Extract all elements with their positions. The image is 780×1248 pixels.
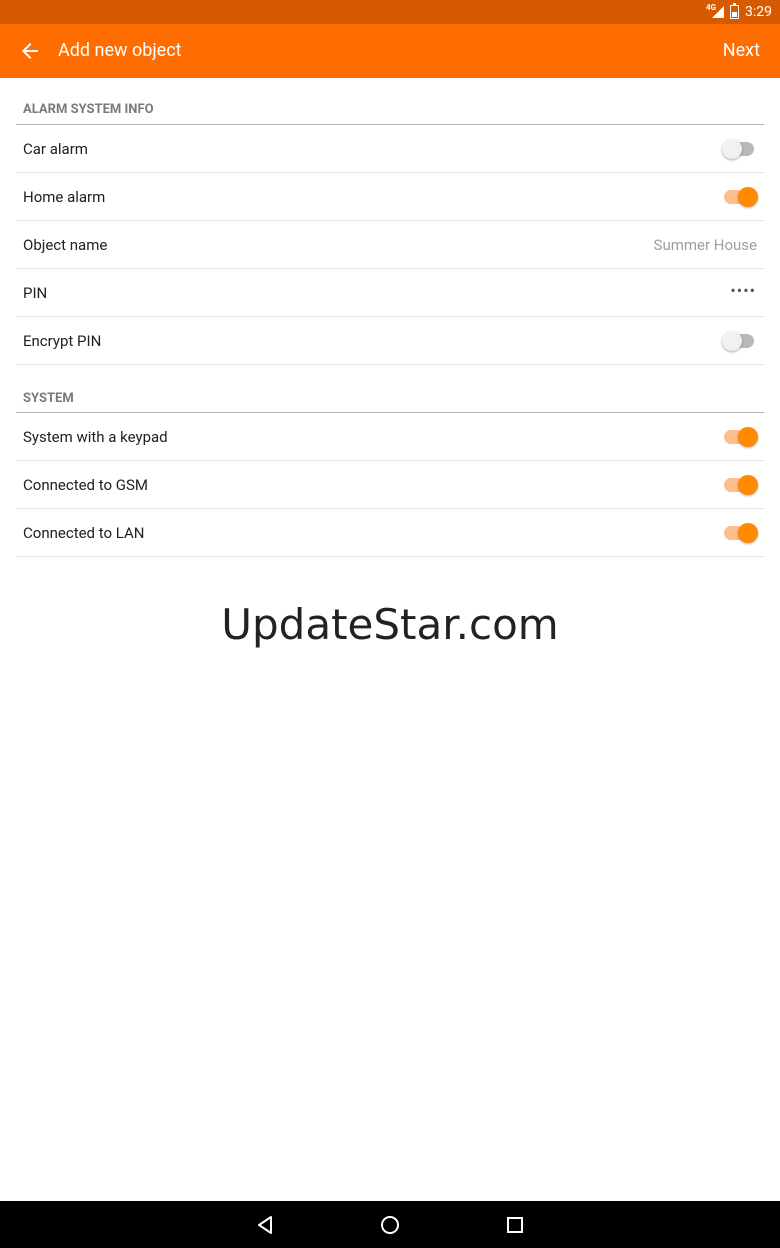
- settings-list: ALARM SYSTEM INFO Car alarm Home alarm O…: [16, 78, 764, 557]
- lan-switch[interactable]: [722, 523, 758, 543]
- gsm-switch[interactable]: [722, 475, 758, 495]
- object-name-value[interactable]: Summer House: [654, 236, 757, 254]
- row-gsm[interactable]: Connected to GSM: [16, 461, 764, 509]
- page-title: Add new object: [58, 40, 182, 61]
- row-car-alarm[interactable]: Car alarm: [16, 125, 764, 173]
- section-header-alarm-info: ALARM SYSTEM INFO: [16, 78, 764, 125]
- gsm-label: Connected to GSM: [23, 476, 148, 494]
- row-object-name[interactable]: Object name Summer House: [16, 221, 764, 269]
- next-button[interactable]: Next: [723, 40, 760, 61]
- back-arrow-icon[interactable]: [18, 39, 42, 63]
- row-lan[interactable]: Connected to LAN: [16, 509, 764, 557]
- navigation-bar: [0, 1201, 780, 1248]
- row-keypad[interactable]: System with a keypad: [16, 413, 764, 461]
- car-alarm-label: Car alarm: [23, 140, 88, 158]
- home-alarm-label: Home alarm: [23, 188, 106, 206]
- object-name-label: Object name: [23, 236, 108, 254]
- nav-home-icon[interactable]: [378, 1213, 402, 1237]
- status-time: 3:29: [745, 4, 772, 20]
- nav-recents-icon[interactable]: [503, 1213, 527, 1237]
- cellular-signal-icon: 4G: [706, 3, 724, 20]
- car-alarm-switch[interactable]: [722, 139, 758, 159]
- pin-label: PIN: [23, 284, 48, 302]
- encrypt-pin-label: Encrypt PIN: [23, 332, 102, 350]
- home-alarm-switch[interactable]: [722, 187, 758, 207]
- section-header-system: SYSTEM: [16, 365, 764, 413]
- keypad-label: System with a keypad: [23, 428, 168, 446]
- watermark-text: UpdateStar.com: [221, 600, 559, 649]
- row-home-alarm[interactable]: Home alarm: [16, 173, 764, 221]
- row-encrypt-pin[interactable]: Encrypt PIN: [16, 317, 764, 365]
- battery-icon: [730, 3, 739, 19]
- nav-back-icon[interactable]: [253, 1213, 277, 1237]
- status-bar: 4G 3:29: [0, 0, 780, 24]
- app-toolbar: Add new object Next: [0, 24, 780, 78]
- lan-label: Connected to LAN: [23, 524, 145, 542]
- row-pin[interactable]: PIN ••••: [16, 269, 764, 317]
- keypad-switch[interactable]: [722, 427, 758, 447]
- pin-value[interactable]: ••••: [730, 281, 756, 300]
- encrypt-pin-switch[interactable]: [722, 331, 758, 351]
